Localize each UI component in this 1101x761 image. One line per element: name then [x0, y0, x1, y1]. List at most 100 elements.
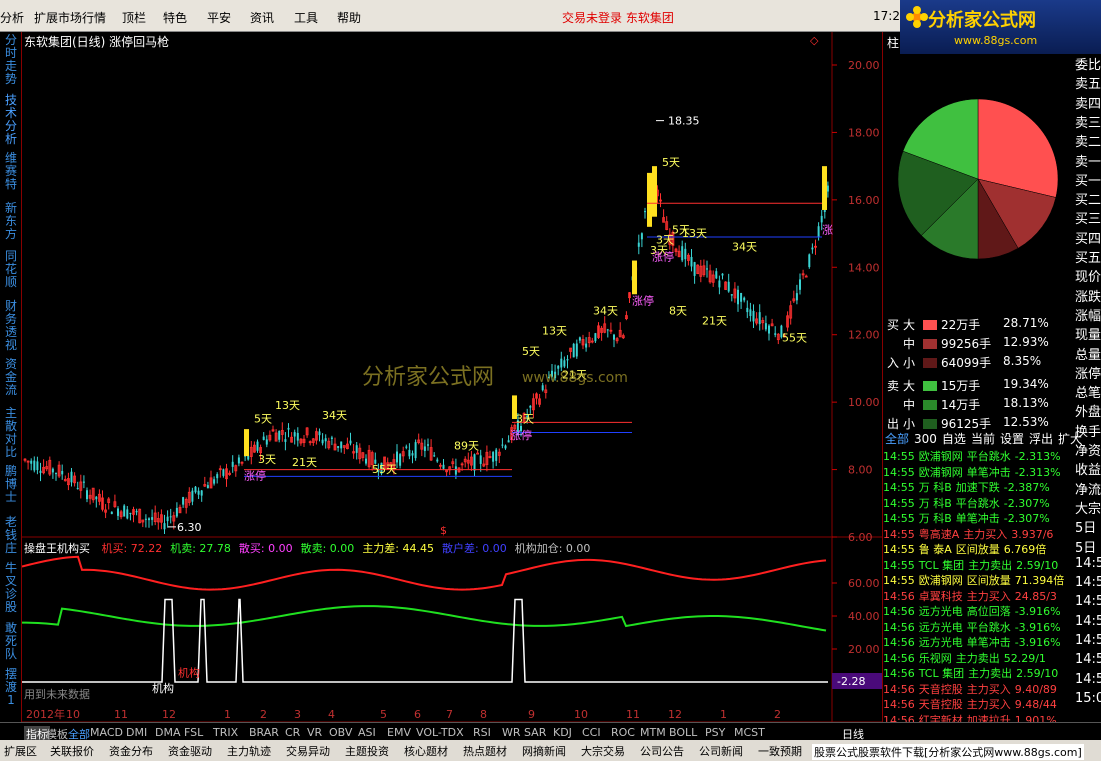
indicator-tab-24[interactable]: PSY [705, 726, 725, 739]
menu-item-help[interactable]: 帮助 [337, 9, 361, 26]
side-tab-11[interactable]: 牛叉诊股 [2, 562, 20, 614]
side-tab-1[interactable]: 分时走势 [2, 34, 20, 86]
extension-tab-9[interactable]: 热点题材 [463, 743, 507, 759]
extension-tab-14[interactable]: 一致预期 [758, 743, 802, 759]
candle-body [30, 460, 33, 464]
extension-tab-8[interactable]: 核心题材 [404, 743, 448, 759]
extension-tab-4[interactable]: 资金驱动 [168, 743, 212, 759]
ticker-row[interactable]: 14:55 万 科B 加速下跌 -2.387% [883, 479, 1073, 494]
flow-percent: 12.53% [1003, 415, 1049, 429]
indicator-tab-23[interactable]: BOLL [669, 726, 697, 739]
ticker-filter-2[interactable]: 300 [914, 432, 937, 446]
side-tab-10[interactable]: 老钱庄 [2, 516, 20, 555]
side-tab-9[interactable]: 鹏博士 [2, 465, 20, 504]
menu-item-features[interactable]: 特色 [163, 9, 187, 26]
quote-field-label: 14:5 [1075, 555, 1101, 571]
flow-percent: 19.34% [1003, 377, 1049, 391]
indicator-tab-10[interactable]: CR [285, 726, 300, 739]
extension-tab-13[interactable]: 公司新闻 [699, 743, 743, 759]
ticker-filter-1[interactable]: 全部 [885, 432, 909, 446]
candle-body [454, 466, 457, 475]
indicator-tab-13[interactable]: ASI [358, 726, 376, 739]
indicator-tab-18[interactable]: SAR [524, 726, 546, 739]
candle-body [36, 461, 39, 471]
indicator-tab-5[interactable]: DMI [126, 726, 147, 739]
ticker-filter-3[interactable]: 自选 [942, 432, 966, 446]
ticker-row[interactable]: 14:55 万 科B 平台跳水 -2.307% [883, 495, 1073, 510]
menu-item-analysis[interactable]: 分析 [0, 9, 24, 26]
indicator-tab-14[interactable]: EMV [387, 726, 411, 739]
indicator-tab-12[interactable]: OBV [329, 726, 352, 739]
extension-tab-10[interactable]: 网摘新闻 [522, 743, 566, 759]
indicator-tab-19[interactable]: KDJ [553, 726, 572, 739]
menu-item-news[interactable]: 资讯 [250, 9, 274, 26]
menu-item-tools[interactable]: 工具 [294, 9, 318, 26]
ticker-row[interactable]: 14:56 远方光电 高位回落 -3.916% [883, 603, 1073, 618]
ticker-row[interactable]: 14:56 乐视网 主力卖出 52.29/1 [883, 650, 1073, 665]
ticker-row[interactable]: 14:55 欧浦钢网 单笔冲击 -2.313% [883, 464, 1073, 479]
indicator-tab-20[interactable]: CCI [582, 726, 601, 739]
ticker-row[interactable]: 14:56 TCL 集团 主力卖出 2.59/10 [883, 665, 1073, 680]
quote-field-label: 收益 [1075, 463, 1101, 479]
ticker-filter-4[interactable]: 当前 [971, 432, 995, 446]
ticker-row[interactable]: 14:55 欧浦钢网 区间放量 71.394倍 [883, 572, 1073, 587]
quote-field-label: 涨停 [1075, 366, 1101, 382]
candle-body [76, 488, 79, 490]
ticker-filter-5[interactable]: 设置 [1000, 432, 1024, 446]
ticker-row[interactable]: 14:56 天音控股 主力买入 9.48/44 [883, 696, 1073, 711]
indicator-tab-16[interactable]: RSI [473, 726, 491, 739]
candle-body [730, 294, 733, 296]
side-tab-13[interactable]: 摆渡1 [2, 668, 20, 707]
indicator-tab-21[interactable]: ROC [611, 726, 635, 739]
extension-tab-11[interactable]: 大宗交易 [581, 743, 625, 759]
indicator-tab-17[interactable]: WR [502, 726, 521, 739]
extension-tab-12[interactable]: 公司公告 [640, 743, 684, 759]
ticker-row[interactable]: 14:56 远方光电 单笔冲击 -3.916% [883, 634, 1073, 649]
side-tab-3[interactable]: 维赛特 [2, 152, 20, 191]
candle-body [278, 430, 281, 440]
side-tab-5[interactable]: 同花顺 [2, 250, 20, 289]
flow-color-swatch [923, 358, 937, 368]
side-tab-12[interactable]: 敢死队 [2, 622, 20, 661]
ticker-row[interactable]: 14:55 万 科B 单笔冲击 -2.307% [883, 510, 1073, 525]
indicator-tab-25[interactable]: MCST [734, 726, 765, 739]
side-tab-7[interactable]: 资金流 [2, 358, 20, 397]
candle-body [231, 461, 234, 467]
main-chart-area[interactable]: 20.00 18.00 16.00 14.00 12.00 10.00 8.00 6.00 60… [22, 32, 882, 722]
ticker-row[interactable]: 14:55 欧浦钢网 平台跳水 -2.313% [883, 448, 1073, 463]
indicator-tab-4[interactable]: MACD [90, 726, 123, 739]
limit-up-bar [632, 260, 637, 295]
ticker-row[interactable]: 14:55 粤高速A 主力买入 3.937/6 [883, 526, 1073, 541]
ticker-filter-6[interactable]: 浮出 [1029, 432, 1053, 446]
indicator-tab-6[interactable]: DMA [155, 726, 181, 739]
ticker-row[interactable]: 14:56 卓翼科技 主力买入 24.85/3 [883, 588, 1073, 603]
ticker-row[interactable]: 14:56 远方光电 平台跳水 -3.916% [883, 619, 1073, 634]
ticker-name: 万 科B [918, 496, 952, 510]
indicator-tab-8[interactable]: TRIX [213, 726, 238, 739]
extension-tab-7[interactable]: 主题投资 [345, 743, 389, 759]
extension-tab-3[interactable]: 资金分布 [109, 743, 153, 759]
menu-item-pingan[interactable]: 平安 [207, 9, 231, 26]
indicator-tab-11[interactable]: VR [307, 726, 322, 739]
side-tab-2[interactable]: 技术分析 [2, 94, 20, 146]
indicator-tab-15[interactable]: VOL-TDX [416, 726, 464, 739]
menu-item-top-bar[interactable]: 顶栏 [122, 9, 146, 26]
extension-tab-2[interactable]: 关联报价 [50, 743, 94, 759]
indicator-tab-9[interactable]: BRAR [249, 726, 279, 739]
extension-tab-6[interactable]: 交易异动 [286, 743, 330, 759]
side-tab-4[interactable]: 新东方 [2, 202, 20, 241]
extension-tab-5[interactable]: 主力轨迹 [227, 743, 271, 759]
ticker-time: 14:56 [883, 667, 915, 680]
ticker-row[interactable]: 14:56 天音控股 主力买入 9.40/89 [883, 681, 1073, 696]
menu-item-extended-market[interactable]: 扩展市场行情 [34, 9, 106, 26]
indicator-tab-22[interactable]: MTM [640, 726, 666, 739]
candle-body [222, 469, 225, 476]
ticker-row[interactable]: 14:55 鲁 泰A 区间放量 6.769倍 [883, 541, 1073, 556]
flow-color-swatch [923, 400, 937, 410]
ticker-row[interactable]: 14:55 TCL 集团 主力卖出 2.59/10 [883, 557, 1073, 572]
candle-body [318, 431, 321, 436]
side-tab-6[interactable]: 财务透视 [2, 300, 20, 352]
extension-tab-1[interactable]: 扩展区 [4, 743, 37, 759]
side-tab-8[interactable]: 主散对比 [2, 407, 20, 459]
indicator-tab-7[interactable]: FSL [184, 726, 203, 739]
